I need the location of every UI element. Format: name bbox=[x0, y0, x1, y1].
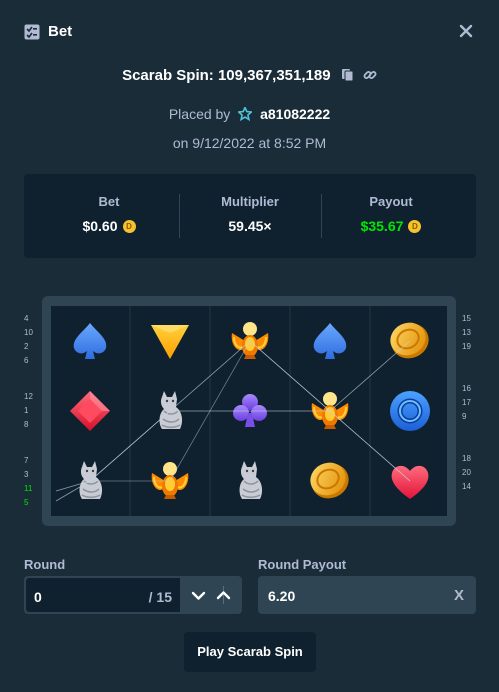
line-number: 18 bbox=[462, 454, 471, 463]
round-payout-label: Round Payout bbox=[258, 557, 347, 572]
line-number: 20 bbox=[462, 468, 471, 477]
scarab-icon bbox=[311, 392, 349, 429]
right-line-numbers-bottom: 18 20 14 bbox=[462, 452, 478, 494]
reel-cell bbox=[371, 446, 449, 516]
bet-slip-icon bbox=[24, 24, 40, 40]
multiplier-value: 59.45× bbox=[228, 218, 272, 234]
reel-cell bbox=[131, 376, 209, 446]
round-payout-suffix: X bbox=[453, 587, 464, 604]
modal-header: Bet bbox=[0, 0, 499, 62]
reel-cell bbox=[291, 306, 369, 376]
line-number: 14 bbox=[462, 482, 471, 491]
username-link[interactable]: a81082222 bbox=[260, 106, 330, 122]
line-number: 7 bbox=[24, 456, 29, 465]
line-number: 2 bbox=[24, 342, 29, 351]
line-number: 15 bbox=[462, 314, 471, 323]
payout-value-row: $35.67 bbox=[316, 218, 466, 234]
line-number: 9 bbox=[462, 412, 467, 421]
coin-icon bbox=[390, 322, 429, 359]
reel-cell bbox=[211, 306, 289, 376]
copy-icon[interactable] bbox=[341, 68, 355, 82]
play-scarab-spin-button[interactable]: Play Scarab Spin bbox=[184, 632, 316, 672]
line-number: 19 bbox=[462, 342, 471, 351]
line-number: 13 bbox=[462, 328, 471, 337]
cat-icon bbox=[239, 461, 263, 499]
bet-label: Bet bbox=[98, 194, 120, 209]
coin-icon bbox=[310, 462, 349, 499]
reel-cell bbox=[371, 376, 449, 446]
reel-cell bbox=[211, 446, 289, 516]
ring-icon bbox=[390, 391, 430, 431]
round-payout-value: 6.20 bbox=[268, 588, 296, 604]
club-icon bbox=[233, 394, 267, 427]
round-label: Round bbox=[24, 557, 66, 572]
line-number: 6 bbox=[24, 356, 29, 365]
spade-icon bbox=[73, 323, 107, 359]
reel-cell bbox=[211, 376, 289, 446]
coin-icon bbox=[122, 220, 136, 233]
round-input[interactable]: 0 / 15 bbox=[26, 578, 180, 612]
coin-icon bbox=[408, 220, 422, 233]
line-number: 12 bbox=[24, 392, 33, 401]
bet-modal: Bet Scarab Spin: 109,367,351,189 Placed … bbox=[0, 0, 499, 692]
left-line-numbers-mid: 12 1 8 bbox=[24, 390, 40, 432]
spade-icon bbox=[313, 323, 347, 359]
line-number: 17 bbox=[462, 398, 471, 407]
reel-cell bbox=[131, 306, 209, 376]
bet-date: on 9/12/2022 at 8:52 PM bbox=[172, 135, 327, 151]
slot-board bbox=[42, 296, 456, 526]
modal-title: Bet bbox=[48, 23, 73, 40]
cat-icon bbox=[159, 391, 183, 429]
scarab-icon bbox=[231, 322, 269, 359]
game-title-text: Scarab Spin: 109,367,351,189 bbox=[122, 66, 331, 84]
reel-cell bbox=[291, 376, 369, 446]
right-line-numbers-mid: 16 17 9 bbox=[462, 382, 478, 424]
chevron-down-icon bbox=[191, 591, 206, 600]
line-number: 4 bbox=[24, 314, 29, 323]
star-badge-icon bbox=[238, 107, 253, 121]
heart-icon bbox=[391, 465, 429, 499]
payout-label: Payout bbox=[369, 194, 413, 209]
line-number: 3 bbox=[24, 470, 29, 479]
right-line-numbers-top: 15 13 19 bbox=[462, 312, 478, 354]
placed-by-prefix: Placed by bbox=[168, 106, 231, 122]
round-payout-field: 6.20 X bbox=[258, 576, 476, 614]
reel-cell bbox=[291, 446, 369, 516]
stat-multiplier: Multiplier 59.45× bbox=[175, 174, 325, 258]
line-number: 10 bbox=[24, 328, 33, 337]
bet-value-row: $0.60 bbox=[34, 218, 184, 234]
line-number: 11 bbox=[24, 484, 33, 493]
stat-bet: Bet $0.60 bbox=[34, 174, 184, 258]
round-selector: 0 / 15 bbox=[24, 576, 242, 614]
reel-cell bbox=[51, 306, 129, 376]
line-number: 1 bbox=[24, 406, 29, 415]
placed-by: Placed by a81082222 bbox=[0, 106, 499, 122]
bet-value: $0.60 bbox=[82, 218, 118, 234]
line-number: 16 bbox=[462, 384, 471, 393]
cat-icon bbox=[79, 461, 103, 499]
reel-cell bbox=[51, 376, 129, 446]
multiplier-label: Multiplier bbox=[221, 194, 279, 209]
reel-cell bbox=[131, 446, 209, 516]
link-icon[interactable] bbox=[363, 68, 377, 82]
payout-value: $35.67 bbox=[360, 218, 404, 234]
left-line-numbers-bottom: 7 3 11 5 bbox=[24, 454, 40, 510]
game-title: Scarab Spin: 109,367,351,189 bbox=[0, 66, 499, 84]
left-line-numbers-top: 4 10 2 6 bbox=[24, 312, 40, 368]
triangle-icon bbox=[151, 325, 189, 359]
stat-payout: Payout $35.67 bbox=[316, 174, 466, 258]
reel-cell bbox=[371, 306, 449, 376]
close-icon[interactable] bbox=[457, 22, 475, 40]
chevron-up-icon bbox=[216, 591, 231, 600]
bet-stats: Bet $0.60 Multiplier 59.45× Payout $35.6… bbox=[24, 174, 476, 258]
round-value: 0 bbox=[34, 589, 42, 605]
round-up-button[interactable] bbox=[209, 578, 238, 612]
scarab-icon bbox=[151, 462, 189, 499]
diamond-icon bbox=[70, 391, 110, 431]
line-number: 5 bbox=[24, 498, 29, 507]
round-total: / 15 bbox=[148, 589, 172, 605]
reel-grid bbox=[51, 306, 447, 516]
line-number: 8 bbox=[24, 420, 29, 429]
reel-cell bbox=[51, 446, 129, 516]
